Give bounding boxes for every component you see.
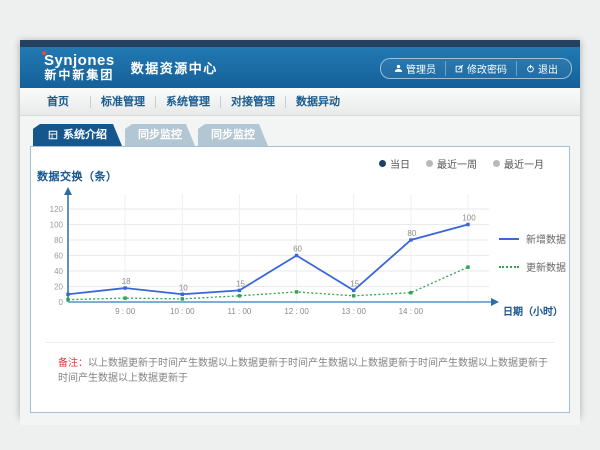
user-menu-item-2[interactable]: 退出 <box>516 61 567 76</box>
logo-company-name: 新中新集团 <box>44 69 115 82</box>
legend-swatch <box>499 266 519 268</box>
radio-dot <box>493 160 500 167</box>
logo-wordmark: Synjones <box>44 53 115 70</box>
app-header: Synjones 新中新集团 数据资源中心 管理员 修改密码 退出 <box>20 47 580 88</box>
legend-item-1[interactable]: 更新数据 <box>499 259 566 274</box>
legend-swatch <box>499 238 519 240</box>
edit-icon <box>455 64 464 73</box>
top-strip <box>20 40 580 47</box>
card-body: 系统介绍 同步监控 同步监控 当日 最近一周 最近一月 数据交换（条） 0 20 40 60 8… <box>20 116 580 425</box>
svg-text:9 : 00: 9 : 00 <box>115 307 136 316</box>
app-title: 数据资源中心 <box>131 58 218 77</box>
svg-text:10 : 00: 10 : 00 <box>170 307 195 316</box>
user-menu-label: 管理员 <box>406 61 436 76</box>
tab-2[interactable]: 同步监控 <box>198 124 268 146</box>
svg-text:40: 40 <box>54 267 63 276</box>
svg-text:11 : 00: 11 : 00 <box>227 307 251 316</box>
svg-text:12 : 00: 12 : 00 <box>284 307 309 316</box>
svg-text:100: 100 <box>50 221 64 230</box>
radio-dot <box>379 160 386 167</box>
content-panel: 当日 最近一周 最近一月 数据交换（条） 0 20 40 60 80 100 120 9 : 00… <box>30 146 570 413</box>
user-menu-label: 修改密码 <box>467 61 507 76</box>
user-icon <box>394 64 403 73</box>
tab-label: 系统介绍 <box>63 124 107 146</box>
nav-item-3[interactable]: 对接管理 <box>220 96 285 108</box>
nav-item-1[interactable]: 标准管理 <box>90 96 155 108</box>
footnote: 备注：以上数据更新于时间产生数据以上数据更新于时间产生数据以上数据更新于时间产生… <box>58 356 551 386</box>
radio-option-2[interactable]: 最近一月 <box>493 156 544 171</box>
tab-label: 同步监控 <box>211 129 255 141</box>
svg-text:60: 60 <box>293 245 302 254</box>
legend-label: 更新数据 <box>526 259 566 274</box>
svg-text:10: 10 <box>179 283 188 292</box>
svg-text:20: 20 <box>54 283 63 292</box>
svg-text:80: 80 <box>54 236 63 245</box>
app-window: Synjones 新中新集团 数据资源中心 管理员修改密码退出 首页标准管理系统… <box>20 40 580 417</box>
legend-item-0[interactable]: 新增数据 <box>499 231 566 246</box>
svg-text:14 : 00: 14 : 00 <box>399 307 424 316</box>
svg-text:0: 0 <box>59 298 64 307</box>
radio-label: 最近一周 <box>437 156 477 171</box>
tab-icon <box>48 130 58 140</box>
radio-label: 当日 <box>390 156 410 171</box>
svg-text:120: 120 <box>50 205 64 214</box>
footnote-label: 备注： <box>58 358 88 369</box>
svg-text:60: 60 <box>54 252 63 261</box>
radio-option-1[interactable]: 最近一周 <box>426 156 477 171</box>
tab-0[interactable]: 系统介绍 <box>33 124 122 146</box>
logo: Synjones 新中新集团 <box>44 53 115 83</box>
radio-dot <box>426 160 433 167</box>
user-menu-item-1[interactable]: 修改密码 <box>445 61 516 76</box>
svg-text:13 : 00: 13 : 00 <box>341 307 366 316</box>
radio-label: 最近一月 <box>504 156 544 171</box>
tab-1[interactable]: 同步监控 <box>125 124 195 146</box>
nav-item-4[interactable]: 数据异动 <box>285 96 350 108</box>
y-axis-title: 数据交换（条） <box>37 168 118 184</box>
nav-bar: 首页标准管理系统管理对接管理数据异动 <box>20 88 580 116</box>
svg-text:80: 80 <box>407 229 416 238</box>
svg-text:15: 15 <box>350 279 359 288</box>
logo-accent-dot <box>42 51 46 55</box>
tab-bar: 系统介绍 同步监控 同步监控 <box>20 116 580 146</box>
footnote-text: 以上数据更新于时间产生数据以上数据更新于时间产生数据以上数据更新于时间产生数据以… <box>58 358 548 384</box>
time-range-filter: 当日 最近一周 最近一月 <box>379 156 544 171</box>
power-icon <box>526 64 535 73</box>
nav-item-2[interactable]: 系统管理 <box>155 96 220 108</box>
svg-text:100: 100 <box>462 214 476 223</box>
user-menu-item-0[interactable]: 管理员 <box>385 61 445 76</box>
user-menu-label: 退出 <box>538 61 558 76</box>
legend-label: 新增数据 <box>526 231 566 246</box>
svg-text:15: 15 <box>236 279 245 288</box>
tab-label: 同步监控 <box>138 129 182 141</box>
chart-legend: 新增数据更新数据 <box>499 231 566 274</box>
svg-text:18: 18 <box>122 277 131 286</box>
radio-option-0[interactable]: 当日 <box>379 156 410 171</box>
svg-text:日期（小时）: 日期（小时） <box>503 305 561 318</box>
divider <box>46 342 554 343</box>
user-menu: 管理员 修改密码 退出 <box>380 58 572 79</box>
line-chart: 0 20 40 60 80 100 120 9 : 00 10 : 00 11 : 00 12 : … <box>41 186 561 334</box>
nav-item-0[interactable]: 首页 <box>26 96 90 108</box>
